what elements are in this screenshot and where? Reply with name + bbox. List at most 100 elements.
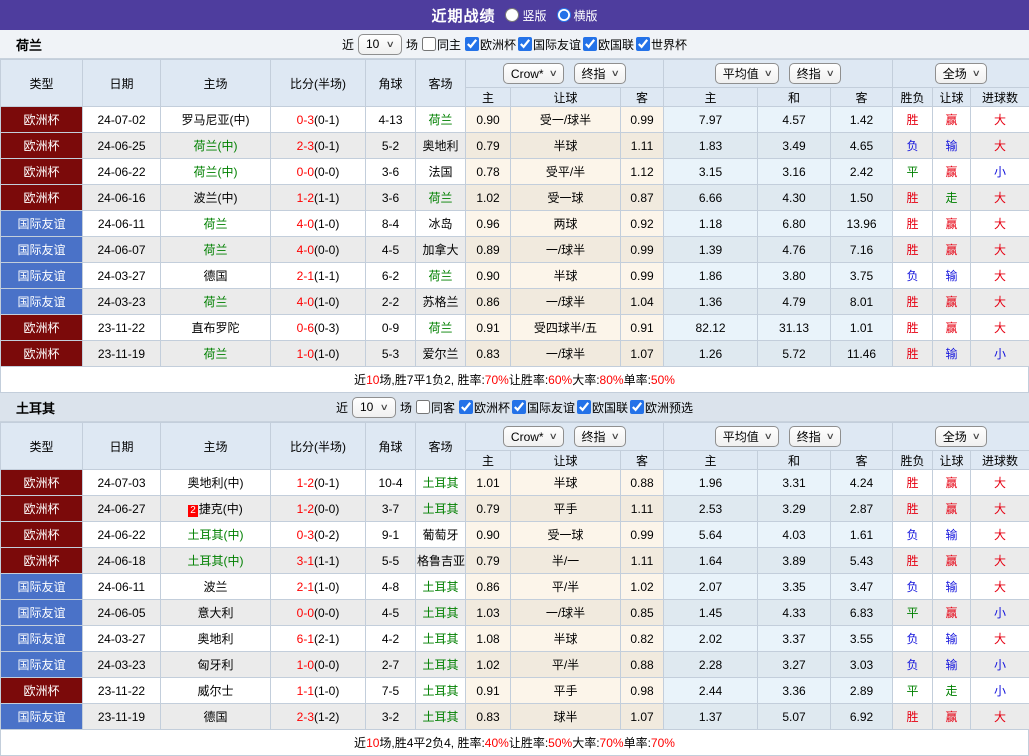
avg-home-odds: 1.39 bbox=[664, 237, 758, 263]
competition-filter[interactable]: 世界杯 bbox=[636, 36, 687, 53]
match-count-select[interactable]: 10 ∨ bbox=[358, 34, 402, 55]
corner-score: 0-9 bbox=[366, 315, 416, 341]
subcol-avg-draw: 和 bbox=[758, 88, 831, 107]
odds-final-select[interactable]: 终指∨ bbox=[574, 426, 627, 447]
odds-home: 1.08 bbox=[466, 626, 511, 652]
average-final-select[interactable]: 终指∨ bbox=[789, 426, 842, 447]
halftime-score: (1-0) bbox=[314, 295, 339, 309]
recent-matches-table: 类型 日期 主场 比分(半场) 角球 客场 Crow*∨ 终指∨ 平均值∨ 终指… bbox=[0, 422, 1029, 730]
result-handicap: 输 bbox=[933, 522, 971, 548]
avg-home-odds: 3.15 bbox=[664, 159, 758, 185]
layout-radio-horizontal[interactable]: 横版 bbox=[557, 7, 598, 24]
scope-select[interactable]: 全场∨ bbox=[935, 426, 988, 447]
col-header-corner: 角球 bbox=[366, 60, 416, 107]
halftime-score: (1-1) bbox=[314, 191, 339, 205]
odds-home: 0.89 bbox=[466, 237, 511, 263]
odds-away: 1.11 bbox=[621, 496, 664, 522]
result-handicap: 赢 bbox=[933, 704, 971, 730]
odds-home: 0.79 bbox=[466, 496, 511, 522]
competition-filter[interactable]: 欧国联 bbox=[583, 36, 634, 53]
home-team-name: 荷兰 bbox=[203, 295, 227, 309]
scope-select[interactable]: 全场∨ bbox=[935, 63, 988, 84]
near-label: 近 bbox=[342, 36, 354, 53]
average-source-select[interactable]: 平均值∨ bbox=[715, 426, 780, 447]
competition-filter[interactable]: 欧洲杯 bbox=[465, 36, 516, 53]
avg-home-odds: 2.53 bbox=[664, 496, 758, 522]
result-winloss: 胜 bbox=[893, 107, 933, 133]
result-group-header: 全场∨ bbox=[893, 60, 1029, 88]
avg-home-odds: 2.02 bbox=[664, 626, 758, 652]
same-side-checkbox[interactable] bbox=[416, 400, 430, 414]
subcol-avg-home: 主 bbox=[664, 88, 758, 107]
competition-checkbox[interactable] bbox=[630, 400, 644, 414]
score-cell: 0-6(0-3) bbox=[271, 315, 366, 341]
competition-filter[interactable]: 欧洲预选 bbox=[630, 399, 693, 416]
home-team-name: 直布罗陀 bbox=[191, 321, 239, 335]
team-section: 荷兰 近 10 ∨ 场 同主 欧洲杯 国际友谊 欧国联 世界杯 bbox=[0, 30, 1029, 393]
same-side-filter[interactable]: 同客 bbox=[416, 399, 455, 416]
score-cell: 4-0(1-0) bbox=[271, 211, 366, 237]
home-team-name: 德国 bbox=[203, 710, 227, 724]
competition-filter[interactable]: 欧国联 bbox=[577, 399, 628, 416]
horizontal-layout-radio[interactable] bbox=[557, 8, 571, 22]
avg-home-odds: 5.64 bbox=[664, 522, 758, 548]
avg-home-odds: 1.83 bbox=[664, 133, 758, 159]
avg-away-odds: 4.65 bbox=[831, 133, 893, 159]
competition-filter[interactable]: 国际友谊 bbox=[512, 399, 575, 416]
same-side-checkbox[interactable] bbox=[422, 37, 436, 51]
match-count-select[interactable]: 10 ∨ bbox=[352, 397, 396, 418]
competition-badge: 国际友谊 bbox=[1, 211, 83, 237]
result-handicap: 赢 bbox=[933, 159, 971, 185]
score-cell: 4-0(0-0) bbox=[271, 237, 366, 263]
corner-score: 4-8 bbox=[366, 574, 416, 600]
home-team: 荷兰 bbox=[161, 211, 271, 237]
away-team: 葡萄牙 bbox=[416, 522, 466, 548]
competition-checkbox[interactable] bbox=[512, 400, 526, 414]
result-winloss: 胜 bbox=[893, 470, 933, 496]
chevron-down-icon: ∨ bbox=[825, 431, 834, 442]
competition-badge: 国际友谊 bbox=[1, 626, 83, 652]
competition-filter[interactable]: 国际友谊 bbox=[518, 36, 581, 53]
away-team: 格鲁吉亚 bbox=[416, 548, 466, 574]
match-date: 24-03-27 bbox=[83, 263, 161, 289]
chevron-down-icon: ∨ bbox=[825, 68, 834, 79]
competition-filter-list: 欧洲杯 国际友谊 欧国联 欧洲预选 bbox=[459, 399, 693, 416]
away-team-name: 冰岛 bbox=[428, 217, 452, 231]
competition-checkbox[interactable] bbox=[459, 400, 473, 414]
summary-text: 10 bbox=[366, 736, 379, 750]
halftime-score: (1-0) bbox=[314, 684, 339, 698]
competition-checkbox[interactable] bbox=[465, 37, 479, 51]
average-final-select[interactable]: 终指∨ bbox=[789, 63, 842, 84]
home-team-name: 荷兰 bbox=[203, 217, 227, 231]
odds-source-select[interactable]: Crow*∨ bbox=[503, 426, 564, 447]
competition-badge: 欧洲杯 bbox=[1, 107, 83, 133]
avg-draw-odds: 5.72 bbox=[758, 341, 831, 367]
score-cell: 0-3(0-1) bbox=[271, 107, 366, 133]
odds-source-select[interactable]: Crow*∨ bbox=[503, 63, 564, 84]
horizontal-layout-label: 横版 bbox=[574, 7, 598, 24]
col-header-date: 日期 bbox=[83, 423, 161, 470]
handicap-line: 半球 bbox=[511, 263, 621, 289]
match-date: 24-06-07 bbox=[83, 237, 161, 263]
average-source-value: 平均值 bbox=[723, 65, 759, 82]
average-source-select[interactable]: 平均值∨ bbox=[715, 63, 780, 84]
page-title: 近期战绩 bbox=[431, 5, 495, 26]
competition-checkbox[interactable] bbox=[583, 37, 597, 51]
avg-home-odds: 2.28 bbox=[664, 652, 758, 678]
result-handicap: 赢 bbox=[933, 600, 971, 626]
competition-checkbox[interactable] bbox=[577, 400, 591, 414]
corner-score: 3-6 bbox=[366, 185, 416, 211]
same-side-filter[interactable]: 同主 bbox=[422, 36, 461, 53]
competition-checkbox[interactable] bbox=[518, 37, 532, 51]
competition-badge: 欧洲杯 bbox=[1, 522, 83, 548]
competition-checkbox[interactable] bbox=[636, 37, 650, 51]
layout-radio-vertical[interactable]: 竖版 bbox=[505, 7, 546, 24]
result-goals: 大 bbox=[971, 470, 1029, 496]
corner-score: 3-6 bbox=[366, 159, 416, 185]
competition-badge: 欧洲杯 bbox=[1, 548, 83, 574]
odds-final-select[interactable]: 终指∨ bbox=[574, 63, 627, 84]
competition-filter[interactable]: 欧洲杯 bbox=[459, 399, 510, 416]
vertical-layout-radio[interactable] bbox=[505, 8, 519, 22]
halftime-score: (0-0) bbox=[314, 606, 339, 620]
same-side-label: 同客 bbox=[431, 399, 455, 416]
